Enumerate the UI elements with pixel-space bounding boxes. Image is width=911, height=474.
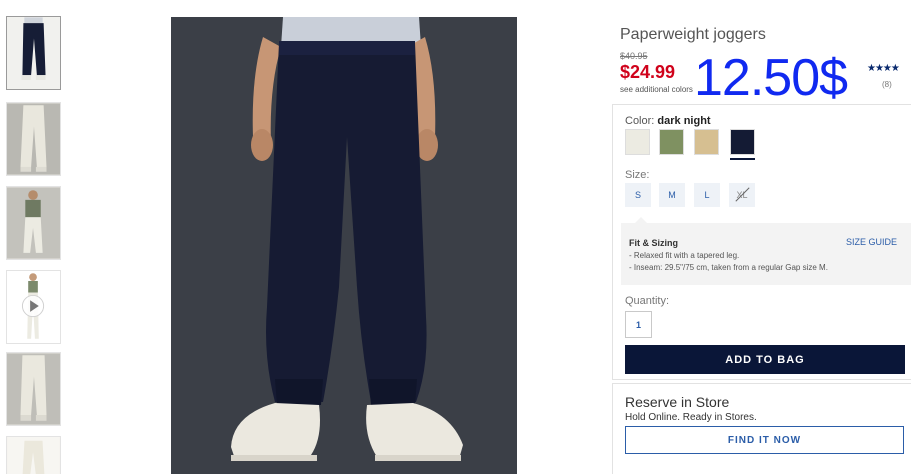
fit-detail-line: - Inseam: 29.5"/75 cm, taken from a regu… <box>629 263 828 272</box>
size-button-m[interactable]: M <box>659 183 685 207</box>
quantity-label: Quantity: <box>625 295 670 307</box>
model-photo-icon <box>171 17 517 474</box>
size-button-l[interactable]: L <box>694 183 720 207</box>
color-label-text: Color: <box>625 115 655 127</box>
find-it-now-button[interactable]: FIND IT NOW <box>625 426 904 454</box>
product-options: Color: dark night Size: S M L XL Fit & S… <box>612 104 911 380</box>
model-photo-icon <box>7 187 60 259</box>
thumbnail-video[interactable] <box>6 270 61 344</box>
fit-sizing-title: Fit & Sizing <box>629 238 678 248</box>
fit-detail-line: - Relaxed fit with a tapered leg. <box>629 251 740 260</box>
product-panel: Paperweight joggers $40.95 $24.99 see ad… <box>612 0 911 474</box>
original-price: $40.95 <box>620 51 648 61</box>
thumbnail-navy-front[interactable] <box>6 16 61 90</box>
rating-stars-icon[interactable]: ★★★★ <box>867 63 900 74</box>
product-title: Paperweight joggers <box>620 26 766 43</box>
review-count[interactable]: (8) <box>882 80 892 89</box>
size-guide-link[interactable]: SIZE GUIDE <box>846 237 897 247</box>
quantity-input[interactable]: 1 <box>625 311 652 338</box>
add-to-bag-button[interactable]: ADD TO BAG <box>625 345 905 374</box>
color-swatch-cream[interactable] <box>625 129 650 155</box>
thumbnail-cream-full-body[interactable] <box>6 186 61 260</box>
reserve-title: Reserve in Store <box>625 394 730 410</box>
main-product-image <box>171 17 517 474</box>
pants-photo-icon <box>7 437 60 474</box>
size-button-xl[interactable]: XL <box>729 183 755 207</box>
size-button-s[interactable]: S <box>625 183 651 207</box>
reserve-subtitle: Hold Online. Ready in Stores. <box>625 412 757 423</box>
thumbnail-cream-flat[interactable] <box>6 436 61 474</box>
see-additional-colors-link[interactable]: see additional colors <box>620 85 693 94</box>
color-label: Color: dark night <box>625 115 711 127</box>
color-swatch-khaki[interactable] <box>694 129 719 155</box>
size-label: Size: <box>625 169 650 181</box>
selected-color-name: dark night <box>657 115 711 127</box>
fit-sizing-panel: Fit & Sizing SIZE GUIDE - Relaxed fit wi… <box>621 217 911 285</box>
thumbnail-cream-back[interactable] <box>6 352 61 426</box>
pants-photo-icon <box>7 17 60 89</box>
sale-price: $24.99 <box>620 62 676 82</box>
reserve-in-store: Reserve in Store Hold Online. Ready in S… <box>612 383 911 474</box>
overlay-price-annotation: 12.50$ <box>694 49 848 107</box>
thumbnail-cream-front[interactable] <box>6 102 61 176</box>
pants-photo-icon <box>7 103 60 175</box>
color-swatch-olive[interactable] <box>659 129 684 155</box>
play-icon <box>7 271 60 343</box>
pants-photo-icon <box>7 353 60 425</box>
color-swatch-dark-night[interactable] <box>730 129 755 160</box>
